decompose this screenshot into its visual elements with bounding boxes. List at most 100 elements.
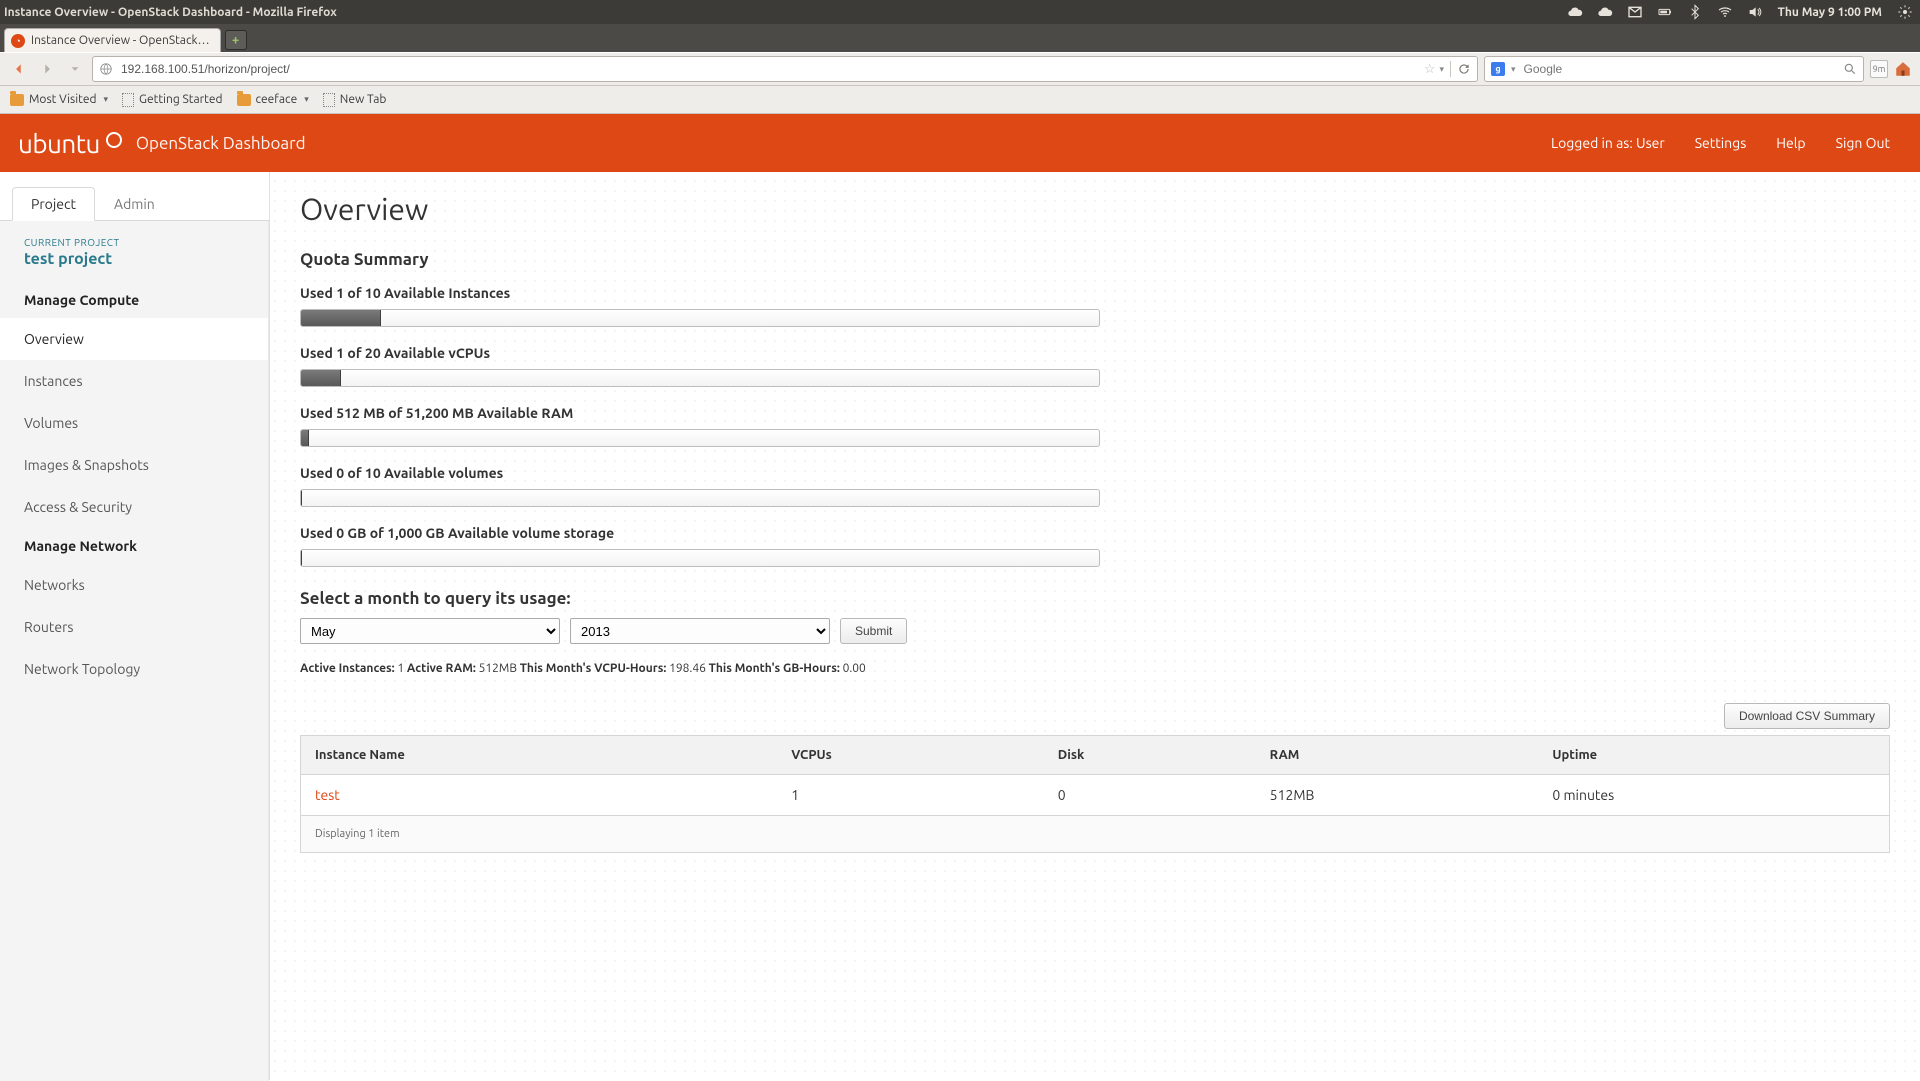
quota-volumes: Used 0 of 10 Available volumes — [300, 465, 1890, 507]
folder-icon — [237, 94, 251, 106]
cloud-icon[interactable] — [1596, 3, 1614, 21]
stat-label: Active RAM: — [407, 662, 476, 675]
th-instance-name[interactable]: Instance Name — [301, 736, 778, 775]
window-title: Instance Overview - OpenStack Dashboard … — [4, 6, 337, 19]
session-gear-icon[interactable] — [1896, 3, 1914, 21]
sidebar-item-overview[interactable]: Overview — [0, 318, 268, 360]
quota-summary-title: Quota Summary — [300, 250, 1890, 269]
sidebar-item-access[interactable]: Access & Security — [0, 486, 268, 528]
search-bar[interactable]: g ▾ — [1484, 56, 1864, 82]
bookmark-new-tab[interactable]: New Tab — [323, 93, 387, 107]
home-button[interactable] — [1894, 60, 1912, 78]
quota-progress-fill — [301, 430, 309, 446]
th-disk[interactable]: Disk — [1044, 736, 1256, 775]
stat-label: This Month's GB-Hours: — [709, 662, 840, 675]
settings-link[interactable]: Settings — [1695, 135, 1747, 151]
url-input[interactable] — [119, 61, 1418, 77]
mail-icon[interactable] — [1626, 3, 1644, 21]
nav-dropdown-button[interactable] — [64, 58, 86, 80]
battery-icon[interactable] — [1656, 3, 1674, 21]
quota-progress — [300, 429, 1100, 447]
nav-forward-button — [36, 58, 58, 80]
bookmark-getting-started[interactable]: Getting Started — [122, 93, 222, 107]
quota-label: Used 1 of 10 Available Instances — [300, 285, 1890, 301]
sync-badge[interactable]: 9m — [1870, 60, 1888, 78]
quota-progress-fill — [301, 370, 341, 386]
bookmarks-bar: Most Visited▾ Getting Started ceeface▾ N… — [0, 86, 1920, 114]
current-project-label: CURRENT PROJECT — [0, 237, 268, 248]
bookmark-label: ceeface — [256, 93, 298, 106]
main-content: Overview Quota Summary Used 1 of 10 Avai… — [270, 172, 1920, 1080]
current-project-name[interactable]: test project — [0, 248, 268, 282]
download-csv-button[interactable]: Download CSV Summary — [1724, 703, 1890, 729]
cell-vcpus: 1 — [777, 775, 1044, 816]
sidebar-item-instances[interactable]: Instances — [0, 360, 268, 402]
sidebar-item-topology[interactable]: Network Topology — [0, 648, 268, 690]
sidebar-item-images[interactable]: Images & Snapshots — [0, 444, 268, 486]
wifi-icon[interactable] — [1716, 3, 1734, 21]
search-icon[interactable] — [1843, 62, 1857, 76]
quota-progress — [300, 549, 1100, 567]
table-header-row: Instance Name VCPUs Disk RAM Uptime — [301, 736, 1890, 775]
bluetooth-icon[interactable] — [1686, 3, 1704, 21]
submit-button[interactable]: Submit — [840, 618, 907, 644]
volume-icon[interactable] — [1746, 3, 1764, 21]
quota-label: Used 512 MB of 51,200 MB Available RAM — [300, 405, 1890, 421]
tab-admin[interactable]: Admin — [95, 187, 174, 221]
address-bar[interactable]: ☆ ▾ — [92, 56, 1478, 82]
nav-back-button[interactable] — [8, 58, 30, 80]
bookmark-star-icon[interactable]: ☆ — [1424, 62, 1436, 77]
bookmark-label: New Tab — [340, 93, 387, 106]
sidebar-item-networks[interactable]: Networks — [0, 564, 268, 606]
browser-tab[interactable]: ◔ Instance Overview - OpenStack… — [4, 28, 221, 52]
table-footer: Displaying 1 item — [301, 816, 1890, 853]
openstack-header: ubuntu OpenStack Dashboard Logged in as:… — [0, 114, 1920, 172]
google-engine-icon[interactable]: g — [1491, 62, 1505, 76]
usage-stats: Active Instances: 1 Active RAM: 512MB Th… — [300, 662, 1890, 675]
top-tabs: Project Admin — [0, 172, 269, 221]
tab-project[interactable]: Project — [12, 187, 95, 221]
year-select[interactable]: 2013 — [570, 618, 830, 644]
page-icon — [323, 93, 335, 107]
bookmark-label: Getting Started — [139, 93, 222, 106]
th-uptime[interactable]: Uptime — [1538, 736, 1889, 775]
new-tab-button[interactable]: + — [225, 30, 247, 50]
section-manage-compute: Manage Compute — [0, 282, 268, 318]
stat-value: 1 — [397, 662, 404, 675]
reload-icon[interactable] — [1457, 62, 1471, 76]
cloud-sync-icon[interactable] — [1566, 3, 1584, 21]
month-select[interactable]: May — [300, 618, 560, 644]
th-ram[interactable]: RAM — [1256, 736, 1539, 775]
th-vcpus[interactable]: VCPUs — [777, 736, 1044, 775]
usage-table: Instance Name VCPUs Disk RAM Uptime test… — [300, 735, 1890, 853]
sidebar: Project Admin CURRENT PROJECT test proje… — [0, 172, 270, 1080]
quota-ram: Used 512 MB of 51,200 MB Available RAM — [300, 405, 1890, 447]
ubuntu-favicon-icon: ◔ — [11, 34, 25, 48]
table-row[interactable]: test 1 0 512MB 0 minutes — [301, 775, 1890, 816]
brand-circle-icon — [106, 132, 122, 148]
firefox-nav-toolbar: ☆ ▾ g ▾ 9m — [0, 52, 1920, 86]
bookmark-ceeface[interactable]: ceeface▾ — [237, 93, 309, 106]
stat-label: Active Instances: — [300, 662, 395, 675]
instance-name-link[interactable]: test — [315, 787, 340, 803]
help-link[interactable]: Help — [1776, 135, 1805, 151]
globe-icon — [99, 62, 113, 76]
sidebar-item-routers[interactable]: Routers — [0, 606, 268, 648]
quota-label: Used 1 of 20 Available vCPUs — [300, 345, 1890, 361]
sidebar-item-volumes[interactable]: Volumes — [0, 402, 268, 444]
quota-progress-fill — [301, 490, 302, 506]
browser-tab-title: Instance Overview - OpenStack… — [31, 34, 210, 47]
ubuntu-logo[interactable]: ubuntu — [18, 129, 122, 158]
search-input[interactable] — [1522, 61, 1837, 77]
bookmark-label: Most Visited — [29, 93, 97, 106]
sign-out-link[interactable]: Sign Out — [1836, 135, 1890, 151]
folder-icon — [10, 94, 24, 106]
quota-label: Used 0 of 10 Available volumes — [300, 465, 1890, 481]
stat-value: 198.46 — [669, 662, 706, 675]
ubuntu-menu-bar: Instance Overview - OpenStack Dashboard … — [0, 0, 1920, 24]
stat-label: This Month's VCPU-Hours: — [520, 662, 667, 675]
system-clock[interactable]: Thu May 9 1:00 PM — [1776, 6, 1884, 19]
bookmark-most-visited[interactable]: Most Visited▾ — [10, 93, 108, 106]
logged-in-user[interactable]: Logged in as: User — [1551, 135, 1665, 151]
quota-instances: Used 1 of 10 Available Instances — [300, 285, 1890, 327]
